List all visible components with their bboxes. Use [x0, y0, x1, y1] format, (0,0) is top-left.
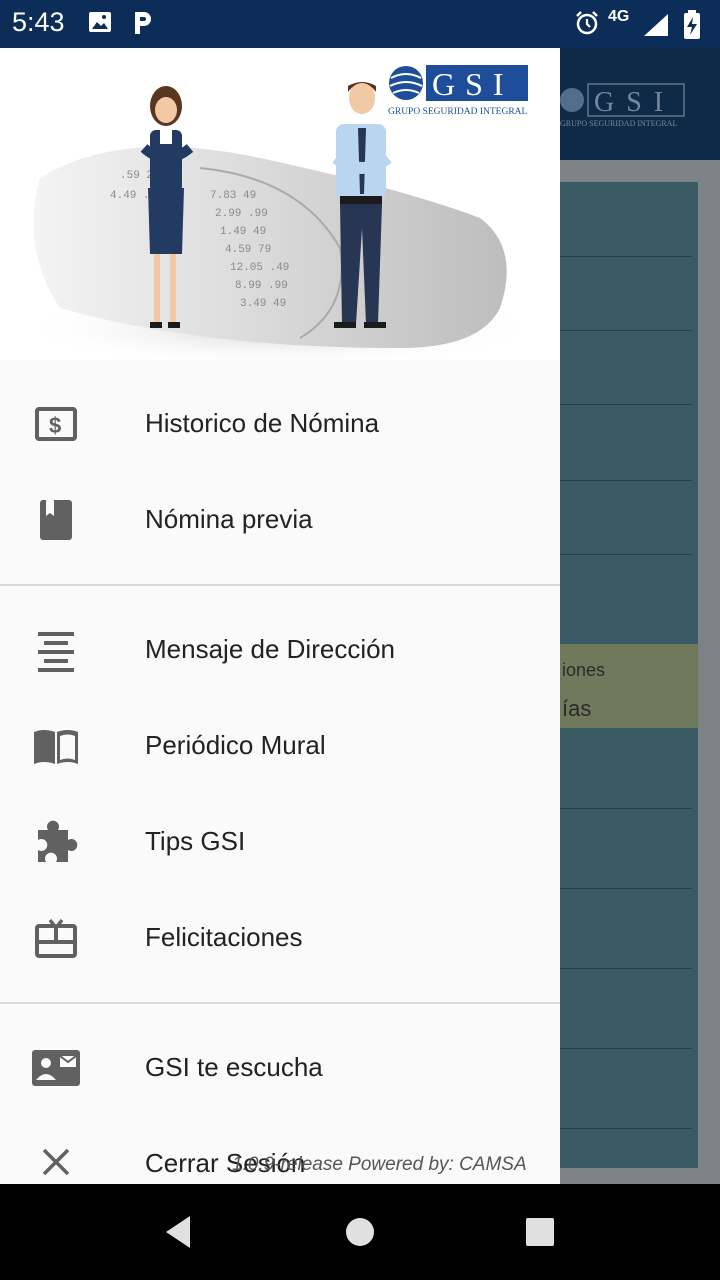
menu-divider — [0, 1002, 560, 1004]
network-type: 4G — [608, 8, 630, 25]
menu-item-historico-nomina[interactable]: $ Historico de Nómina — [0, 376, 560, 472]
menu-item-mensaje-direccion[interactable]: Mensaje de Dirección — [0, 602, 560, 698]
menu-item-tips-gsi[interactable]: Tips GSI — [0, 794, 560, 890]
menu-item-label: GSI te escucha — [145, 1052, 323, 1082]
puzzle-icon — [38, 820, 78, 862]
contact-mail-icon — [32, 1050, 80, 1086]
svg-text:$: $ — [49, 413, 61, 438]
recents-button[interactable] — [524, 1214, 556, 1250]
menu-item-label: Periódico Mural — [145, 730, 326, 760]
svg-text:GRUPO SEGURIDAD INTEGRAL: GRUPO SEGURIDAD INTEGRAL — [560, 119, 677, 128]
alarm-icon — [576, 11, 598, 35]
svg-text:8.99 .99: 8.99 .99 — [235, 280, 288, 292]
background-partial-text: ías — [562, 696, 592, 721]
svg-text:GSI: GSI — [432, 66, 514, 102]
back-button[interactable] — [162, 1214, 194, 1250]
header-illustration: 7.83 49 2.99 .99 1.49 49 4.59 79 12.05 .… — [20, 65, 540, 360]
menu-item-label: Felicitaciones — [145, 922, 303, 952]
menu-item-label: Historico de Nómina — [145, 408, 380, 438]
menu-divider — [0, 584, 560, 586]
money-icon: $ — [35, 407, 77, 441]
text-align-center-icon — [38, 632, 74, 672]
gsi-logo: GSI GRUPO SEGURIDAD INTEGRAL — [388, 65, 528, 117]
background-partial-text: iones — [562, 660, 606, 680]
home-button[interactable] — [344, 1214, 376, 1250]
svg-text:3.49 49: 3.49 49 — [240, 298, 286, 310]
parking-notification-icon — [135, 12, 151, 34]
menu-item-gsi-te-escucha[interactable]: GSI te escucha — [0, 1020, 560, 1116]
menu-item-label: Mensaje de Dirección — [145, 634, 396, 664]
svg-text:GRUPO SEGURIDAD INTEGRAL: GRUPO SEGURIDAD INTEGRAL — [388, 107, 528, 117]
close-icon — [42, 1148, 70, 1176]
signal-icon — [644, 14, 668, 36]
menu-item-nomina-previa[interactable]: Nómina previa — [0, 472, 560, 568]
status-time: 5:43 — [12, 7, 65, 37]
background-gsi-logo: GSI GRUPO SEGURIDAD INTEGRAL — [560, 83, 685, 128]
menu-item-felicitaciones[interactable]: Felicitaciones — [0, 890, 560, 986]
status-bar: 5:43 4G — [0, 0, 720, 48]
svg-text:2.99 .99: 2.99 .99 — [215, 208, 268, 220]
image-notification-icon — [89, 12, 111, 32]
drawer-header: 7.83 49 2.99 .99 1.49 49 4.59 79 12.05 .… — [0, 48, 560, 360]
version-footer: 1.0.9-release Powered by: CAMSA — [232, 1154, 527, 1175]
gift-card-icon — [35, 918, 77, 958]
battery-charging-icon — [684, 10, 700, 39]
open-book-icon — [34, 730, 78, 764]
menu-item-periodico-mural[interactable]: Periódico Mural — [0, 698, 560, 794]
svg-text:GSI: GSI — [594, 87, 675, 118]
system-navigation-bar — [0, 1184, 720, 1280]
svg-text:7.83 49: 7.83 49 — [210, 190, 256, 202]
book-icon — [40, 500, 72, 540]
svg-text:4.59 79: 4.59 79 — [225, 244, 271, 256]
menu-item-label: Tips GSI — [145, 826, 246, 856]
svg-text:12.05 .49: 12.05 .49 — [230, 262, 289, 274]
svg-text:1.49 49: 1.49 49 — [220, 226, 266, 238]
menu-item-label: Nómina previa — [145, 504, 313, 534]
navigation-drawer: 7.83 49 2.99 .99 1.49 49 4.59 79 12.05 .… — [0, 48, 560, 1184]
